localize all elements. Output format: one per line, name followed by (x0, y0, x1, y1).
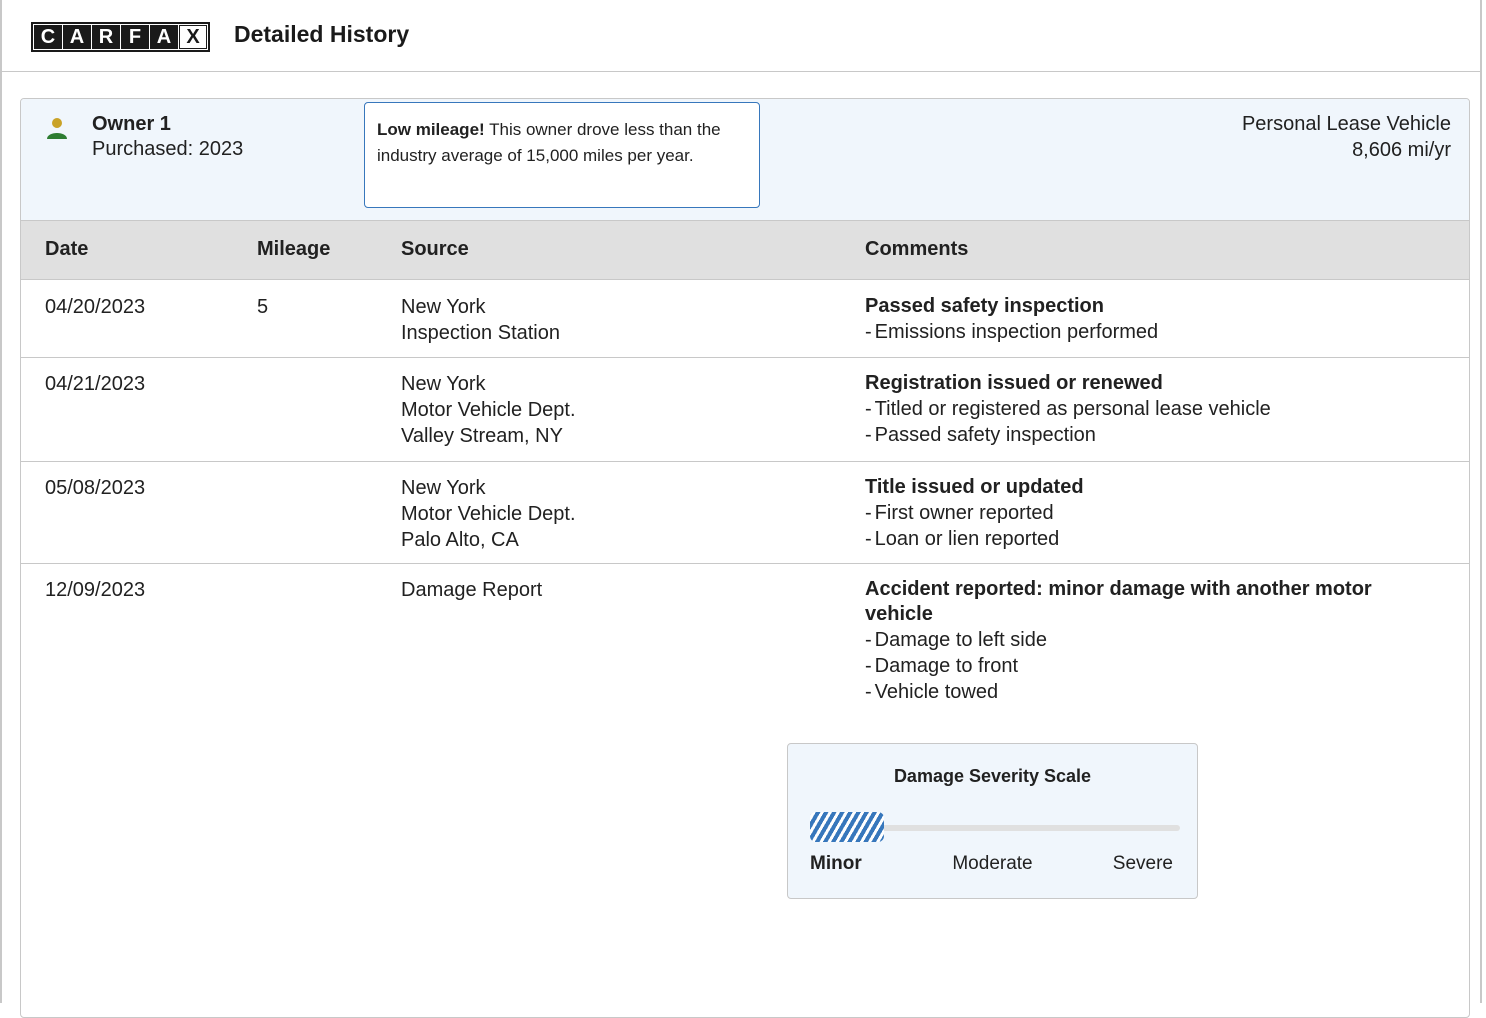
logo-letter: A (63, 25, 91, 49)
row-source: Damage Report (401, 577, 542, 603)
owner-purchased: Purchased: 2023 (92, 138, 244, 160)
source-line: Motor Vehicle Dept. (401, 503, 576, 525)
comment-detail: Titled or registered as personal lease v… (865, 396, 1445, 422)
table-row: 04/21/2023 New York Motor Vehicle Dept. … (21, 358, 1469, 462)
history-table-header: Date Mileage Source Comments (21, 221, 1469, 280)
comment-detail: Damage to left side (865, 627, 1445, 653)
owner-name: Owner 1 (92, 113, 171, 135)
column-header-mileage: Mileage (257, 238, 331, 260)
row-date: 05/08/2023 (45, 477, 146, 499)
severity-title: Damage Severity Scale (893, 766, 1092, 786)
severity-label-severe: Severe (1112, 853, 1173, 874)
logo-letter: F (121, 25, 149, 49)
comment-title: Registration issued or renewed (865, 372, 1163, 394)
owner-history-card: Owner 1 Purchased: 2023 Low mileage! Thi… (20, 98, 1470, 1018)
source-line: Valley Stream, NY (401, 425, 563, 447)
comment-title: Title issued or updated (865, 476, 1084, 498)
table-row: 04/20/2023 5 New York Inspection Station… (21, 280, 1469, 358)
person-icon (47, 118, 67, 139)
callout-heading: Low mileage! (377, 120, 485, 139)
row-date: 04/21/2023 (45, 373, 146, 395)
comment-detail: First owner reported (865, 500, 1445, 526)
source-line: Motor Vehicle Dept. (401, 399, 576, 421)
row-comments: Accident reported: minor damage with ano… (865, 577, 1445, 705)
comment-detail: Damage to front (865, 653, 1445, 679)
source-line: New York (401, 296, 486, 318)
row-comments: Title issued or updated First owner repo… (865, 475, 1445, 552)
logo-letter: R (92, 25, 120, 49)
comment-detail: Passed safety inspection (865, 422, 1445, 448)
source-line: Palo Alto, CA (401, 529, 519, 551)
owner-vehicle-info: Personal Lease Vehicle 8,606 mi/yr (1242, 111, 1451, 163)
logo-letter: A (150, 25, 178, 49)
severity-indicator (810, 812, 884, 842)
row-source: New York Motor Vehicle Dept. Palo Alto, … (401, 475, 576, 553)
damage-severity-scale: Damage Severity Scale Minor Moderate Sev… (787, 743, 1198, 899)
column-header-date: Date (45, 238, 89, 260)
comment-title: Accident reported: minor damage with ano… (865, 578, 1372, 625)
row-comments: Registration issued or renewed Titled or… (865, 371, 1445, 448)
column-header-comments: Comments (865, 238, 969, 260)
vehicle-type: Personal Lease Vehicle (1241, 113, 1451, 135)
column-header-source: Source (401, 238, 469, 260)
row-mileage: 5 (257, 296, 269, 318)
carfax-logo: C A R F A X (31, 22, 210, 52)
low-mileage-callout: Low mileage! This owner drove less than … (364, 102, 760, 208)
source-line: Inspection Station (401, 322, 560, 344)
report-header: C A R F A X Detailed History (0, 0, 1482, 72)
logo-letter: C (34, 25, 62, 49)
source-line: New York (401, 477, 486, 499)
row-source: New York Inspection Station (401, 294, 560, 346)
logo-letter: X (179, 25, 207, 49)
comment-detail: Loan or lien reported (865, 526, 1445, 552)
row-comments: Passed safety inspection Emissions inspe… (865, 294, 1445, 345)
mileage-rate: 8,606 mi/yr (1352, 139, 1451, 161)
table-row: 12/09/2023 Damage Report Accident report… (21, 564, 1469, 1017)
row-date: 04/20/2023 (45, 296, 146, 318)
row-source: New York Motor Vehicle Dept. Valley Stre… (401, 371, 576, 449)
comment-detail: Vehicle towed (865, 679, 1445, 705)
comment-title: Passed safety inspection (865, 295, 1104, 317)
comment-detail: Emissions inspection performed (865, 319, 1445, 345)
source-line: New York (401, 373, 486, 395)
owner-summary: Owner 1 Purchased: 2023 Low mileage! Thi… (21, 99, 1469, 221)
page-title: Detailed History (234, 21, 410, 47)
table-row: 05/08/2023 New York Motor Vehicle Dept. … (21, 462, 1469, 564)
row-date: 12/09/2023 (45, 579, 146, 601)
source-line: Damage Report (401, 579, 543, 601)
